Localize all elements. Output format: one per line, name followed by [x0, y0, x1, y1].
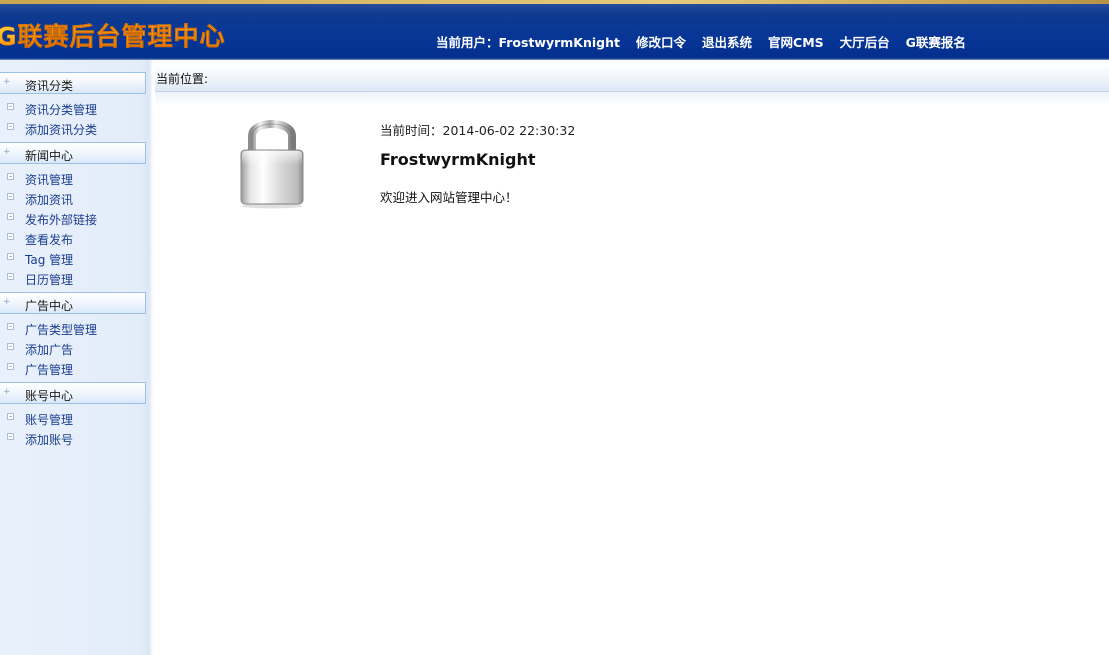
current-time-label: 当前时间：: [380, 123, 443, 138]
sidebar-item-label: 添加资讯分类: [25, 123, 98, 137]
bullet-icon: [7, 363, 14, 370]
bullet-icon: [7, 413, 14, 420]
expand-icon: +: [3, 297, 11, 307]
bullet-icon: [7, 233, 14, 240]
sidebar-section-title: 账号中心: [25, 389, 74, 403]
sidebar-item-ad-type-manage[interactable]: 广告类型管理: [0, 320, 146, 338]
nav-official-cms[interactable]: 官网CMS: [768, 32, 824, 52]
sidebar-item-ad-manage[interactable]: 广告管理: [0, 360, 146, 378]
sidebar: + 资讯分类 资讯分类管理 添加资讯分类 + 新闻中心 资讯管理 添加资讯 发布…: [0, 60, 153, 655]
sidebar-edge: [149, 60, 153, 655]
expand-icon: +: [3, 387, 11, 397]
bullet-icon: [7, 123, 14, 130]
welcome-username: FrostwyrmKnight: [380, 150, 536, 169]
sidebar-section-news-center[interactable]: + 新闻中心: [0, 142, 146, 164]
sidebar-item-label: 广告管理: [25, 363, 74, 377]
sidebar-item-label: 发布外部链接: [25, 213, 98, 227]
bullet-icon: [7, 253, 14, 260]
welcome-message: 欢迎进入网站管理中心！: [380, 190, 518, 205]
current-user-name: FrostwyrmKnight: [498, 35, 620, 50]
sidebar-item-label: 查看发布: [25, 233, 74, 247]
sidebar-item-label: 资讯分类管理: [25, 103, 98, 117]
breadcrumb-label: 当前位置:: [156, 72, 209, 86]
bullet-icon: [7, 323, 14, 330]
sidebar-item-tag-manage[interactable]: Tag 管理: [0, 250, 146, 268]
sidebar-item-view-published[interactable]: 查看发布: [0, 230, 146, 248]
bullet-icon: [7, 343, 14, 350]
sidebar-section-account-center[interactable]: + 账号中心: [0, 382, 146, 404]
nav-lobby-backend[interactable]: 大厅后台: [840, 32, 890, 52]
lock-icon: [240, 120, 304, 209]
bullet-icon: [7, 433, 14, 440]
sidebar-item-label: 账号管理: [25, 413, 74, 427]
current-time-value: 2014-06-02 22:30:32: [442, 123, 576, 138]
expand-icon: +: [3, 77, 11, 87]
breadcrumb-fade: [155, 92, 1109, 106]
bullet-icon: [7, 273, 14, 280]
site-logo: G联赛后台管理中心: [0, 17, 226, 53]
bullet-icon: [7, 103, 14, 110]
sidebar-item-label: 资讯管理: [25, 173, 74, 187]
header-accent-line: [0, 0, 1109, 4]
sidebar-item-add-ad[interactable]: 添加广告: [0, 340, 146, 358]
current-user-prefix: 当前用户：: [436, 35, 499, 50]
sidebar-item-news-manage[interactable]: 资讯管理: [0, 170, 146, 188]
nav-league-signup[interactable]: G联赛报名: [906, 32, 966, 52]
sidebar-section-title: 资讯分类: [25, 79, 74, 93]
sidebar-item-label: 广告类型管理: [25, 323, 98, 337]
breadcrumb: 当前位置:: [155, 64, 1109, 92]
top-nav: 当前用户：FrostwyrmKnight 修改口令 退出系统 官网CMS 大厅后…: [436, 32, 982, 52]
nav-logout[interactable]: 退出系统: [702, 32, 752, 52]
bullet-icon: [7, 193, 14, 200]
sidebar-item-news-category-manage[interactable]: 资讯分类管理: [0, 100, 146, 118]
sidebar-item-label: 添加资讯: [25, 193, 74, 207]
sidebar-section-title: 广告中心: [25, 299, 74, 313]
nav-change-password[interactable]: 修改口令: [636, 32, 686, 52]
top-header: G联赛后台管理中心 当前用户：FrostwyrmKnight 修改口令 退出系统…: [0, 0, 1109, 60]
expand-icon: +: [3, 147, 11, 157]
sidebar-item-add-account[interactable]: 添加账号: [0, 430, 146, 448]
sidebar-item-publish-external-link[interactable]: 发布外部链接: [0, 210, 146, 228]
sidebar-section-ad-center[interactable]: + 广告中心: [0, 292, 146, 314]
current-user-display: 当前用户：FrostwyrmKnight: [436, 32, 620, 52]
sidebar-section-title: 新闻中心: [25, 149, 74, 163]
sidebar-item-add-news-category[interactable]: 添加资讯分类: [0, 120, 146, 138]
sidebar-item-account-manage[interactable]: 账号管理: [0, 410, 146, 428]
sidebar-item-calendar-manage[interactable]: 日历管理: [0, 270, 146, 288]
sidebar-item-add-news[interactable]: 添加资讯: [0, 190, 146, 208]
sidebar-item-label: 添加账号: [25, 433, 74, 447]
sidebar-item-label: Tag 管理: [25, 253, 74, 267]
sidebar-section-news-category[interactable]: + 资讯分类: [0, 72, 146, 94]
sidebar-item-label: 日历管理: [25, 273, 74, 287]
bullet-icon: [7, 173, 14, 180]
sidebar-item-label: 添加广告: [25, 343, 74, 357]
current-time: 当前时间：2014-06-02 22:30:32: [380, 120, 575, 139]
bullet-icon: [7, 213, 14, 220]
